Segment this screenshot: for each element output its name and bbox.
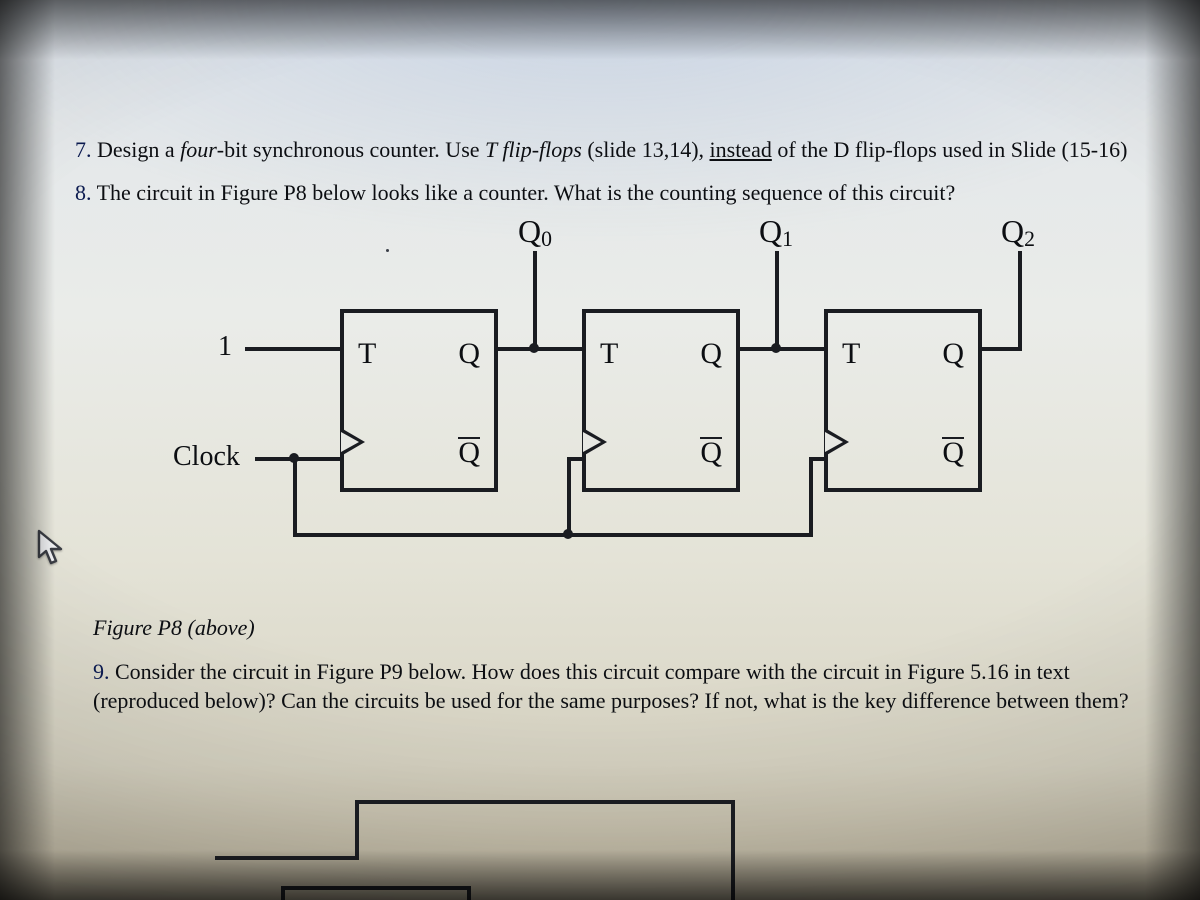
- q8-text: The circuit in Figure P8 below looks lik…: [92, 180, 956, 205]
- node-clock-0: [289, 453, 299, 463]
- ff0-clock-triangle-icon: [341, 428, 365, 456]
- wire-one-to-t0: [245, 347, 340, 351]
- ff2-q-label: Q: [942, 337, 964, 371]
- ff1-t-label: T: [600, 337, 618, 371]
- figure-caption: Figure P8 (above): [93, 615, 1140, 641]
- wire-clock-down: [293, 457, 297, 537]
- figure-p8-diagram: Q0 Q1 Q2 1 Clock T Q Q T Q Q T Q Q: [115, 221, 1065, 601]
- ff2-qbar-label: Q: [942, 436, 964, 470]
- node-q0: [529, 343, 539, 353]
- q7-text-b: -bit synchronous counter. Use: [217, 137, 485, 162]
- q7-italic-tff: T flip-flops: [485, 137, 582, 162]
- q7-text-c: (slide 13,14),: [582, 137, 710, 162]
- ff1-qbar-label: Q: [700, 436, 722, 470]
- wire-q1-to-t2: [736, 347, 828, 351]
- label-q2: Q2: [1001, 213, 1035, 252]
- label-one: 1: [218, 331, 232, 363]
- q9-number: 9.: [93, 659, 110, 684]
- ff2-t-label: T: [842, 337, 860, 371]
- ff1-clock-triangle-icon: [583, 428, 607, 456]
- q7-text-d: of the D flip-flops used in Slide (15-16…: [772, 137, 1128, 162]
- wire-clock-bus: [293, 533, 813, 537]
- label-clock: Clock: [173, 441, 240, 473]
- ff0-q-label: Q: [458, 337, 480, 371]
- question-9: 9. Consider the circuit in Figure P9 bel…: [93, 657, 1140, 715]
- wire-clock-into-ff1: [567, 457, 584, 461]
- q7-number: 7.: [75, 137, 92, 162]
- ff0-t-label: T: [358, 337, 376, 371]
- wire-clock-riser-1: [567, 457, 571, 537]
- flipflop-0: T Q Q: [340, 309, 498, 492]
- flipflop-1: T Q Q: [582, 309, 740, 492]
- page-content: 7. Design a four-bit synchronous counter…: [75, 135, 1140, 729]
- question-7: 7. Design a four-bit synchronous counter…: [75, 135, 1140, 164]
- label-q1: Q1: [759, 213, 793, 252]
- ff2-clock-triangle-icon: [825, 428, 849, 456]
- q8-number: 8.: [75, 180, 92, 205]
- wire-clock-into-ff2: [809, 457, 826, 461]
- wire-q1-up: [775, 251, 779, 351]
- cursor-pointer-icon: [36, 529, 66, 573]
- label-q0: Q0: [518, 213, 552, 252]
- wire-q0-to-t1: [494, 347, 586, 351]
- node-q1: [771, 343, 781, 353]
- q7-text-a: Design a: [92, 137, 181, 162]
- flipflop-2: T Q Q: [824, 309, 982, 492]
- wire-q2-up: [1018, 251, 1022, 351]
- wire-q0-up: [533, 251, 537, 351]
- figure-p9-partial: [355, 790, 775, 900]
- wire-clock-riser-2: [809, 457, 813, 537]
- ff1-q-label: Q: [700, 337, 722, 371]
- ff0-qbar-label: Q: [458, 436, 480, 470]
- q7-underline-instead: instead: [710, 137, 772, 162]
- question-8: 8. The circuit in Figure P8 below looks …: [75, 178, 1140, 207]
- wire-q2-out: [978, 347, 1022, 351]
- q7-italic-four: four: [180, 137, 217, 162]
- q9-text: Consider the circuit in Figure P9 below.…: [93, 659, 1129, 713]
- node-clock-1: [563, 529, 573, 539]
- speck-icon: [386, 249, 389, 252]
